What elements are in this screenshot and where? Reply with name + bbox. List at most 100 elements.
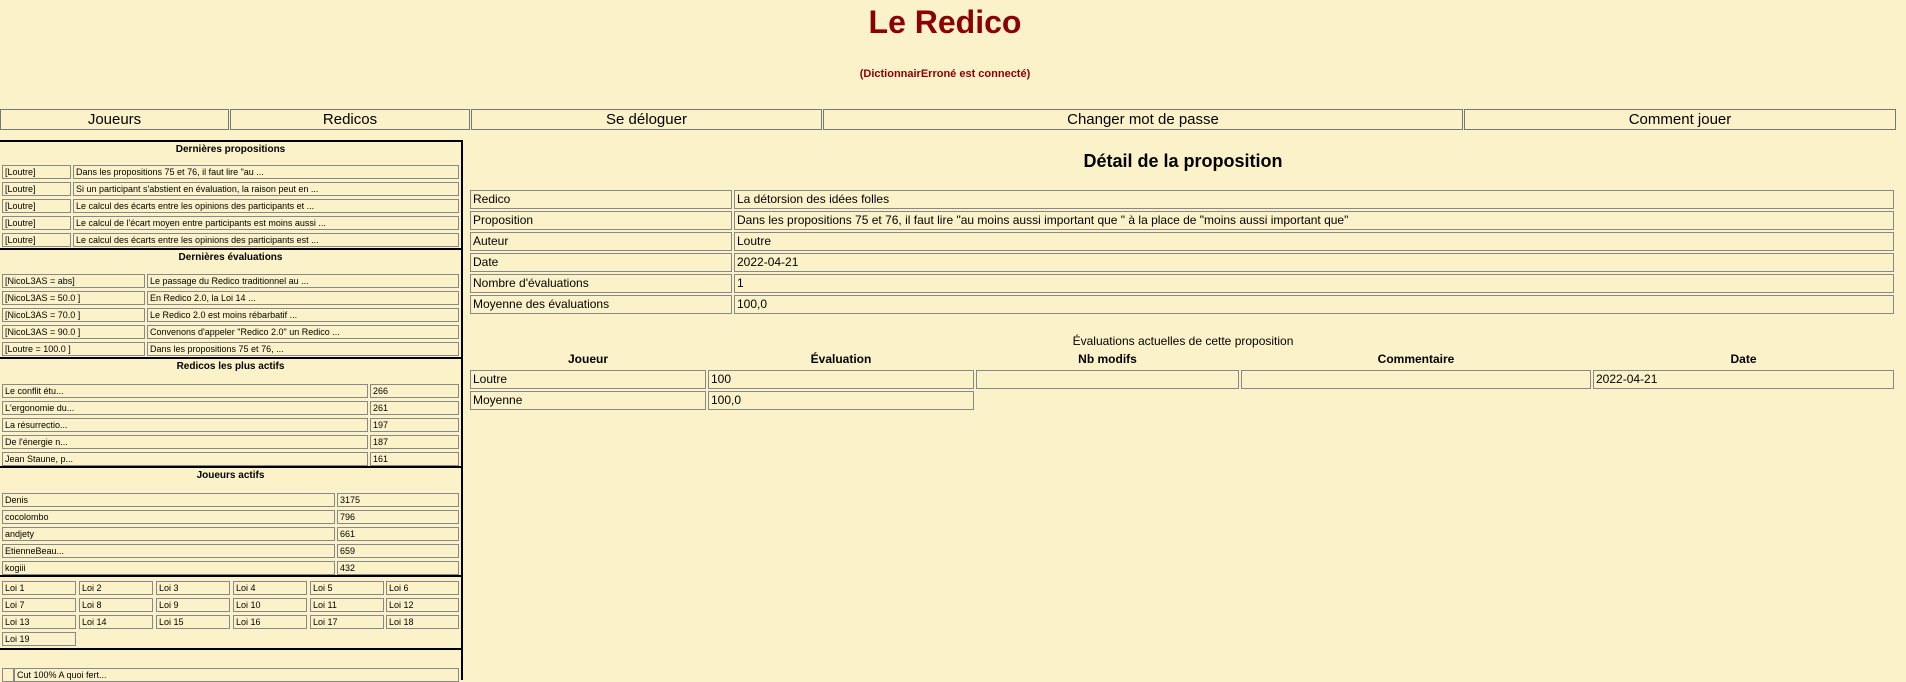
eval-average-label: Moyenne [470, 391, 706, 410]
proposition-author[interactable]: [Loutre] [2, 233, 71, 247]
proposition-author[interactable]: [Loutre] [2, 182, 71, 196]
law-link[interactable]: Loi 16 [233, 615, 307, 629]
evaluations-title: Évaluations actuelles de cette propositi… [1072, 334, 1294, 348]
detail-value: 2022-04-21 [734, 253, 1894, 272]
eval-comment [1241, 370, 1591, 389]
nav-logout-button[interactable]: Se déloguer [471, 109, 822, 130]
redico-name[interactable]: L'ergonomie du... [2, 401, 368, 415]
law-link[interactable]: Loi 14 [79, 615, 153, 629]
player-name[interactable]: andjety [2, 527, 335, 541]
detail-label: Moyenne des évaluations [470, 295, 732, 314]
redico-name[interactable]: La résurrectio... [2, 418, 368, 432]
law-link[interactable]: Loi 8 [79, 598, 153, 612]
player-name[interactable]: kogiii [2, 561, 335, 575]
bottom-checkbox[interactable] [2, 668, 14, 682]
player-count: 432 [337, 561, 459, 575]
law-link[interactable]: Loi 7 [2, 598, 76, 612]
eval-header-comment: Commentaire [1377, 352, 1455, 366]
redico-count: 187 [370, 435, 459, 449]
evaluation-author[interactable]: [NicoL3AS = 50.0 ] [2, 291, 145, 305]
nav-change-password-button[interactable]: Changer mot de passe [823, 109, 1463, 130]
evaluation-author[interactable]: [Loutre = 100.0 ] [2, 342, 145, 356]
nav-redicos-button[interactable]: Redicos [230, 109, 470, 130]
proposition-text[interactable]: Si un participant s'abstient en évaluati… [73, 182, 459, 196]
active-players-section: Joueurs actifs Denis 3175 cocolombo 796 … [0, 468, 461, 577]
detail-value: Dans les propositions 75 et 76, il faut … [734, 211, 1894, 230]
law-link[interactable]: Loi 11 [310, 598, 384, 612]
redico-name[interactable]: Jean Staune, p... [2, 452, 368, 466]
bottom-item[interactable]: Cut 100% A quoi fert... [14, 668, 459, 682]
laws-section: Loi 1 Loi 2 Loi 3 Loi 4 Loi 5 Loi 6 Loi … [0, 577, 461, 650]
proposition-text[interactable]: Le calcul des écarts entre les opinions … [73, 233, 459, 247]
eval-player: Loutre [470, 370, 706, 389]
law-link[interactable]: Loi 17 [310, 615, 384, 629]
player-name[interactable]: cocolombo [2, 510, 335, 524]
player-count: 796 [337, 510, 459, 524]
proposition-text[interactable]: Le calcul des écarts entre les opinions … [73, 199, 459, 213]
eval-date: 2022-04-21 [1593, 370, 1894, 389]
law-link[interactable]: Loi 2 [79, 581, 153, 595]
last-evaluations-section: Dernières évaluations [NicoL3AS = abs] L… [0, 250, 461, 359]
player-count: 659 [337, 544, 459, 558]
redico-count: 161 [370, 452, 459, 466]
nav-joueurs-button[interactable]: Joueurs [0, 109, 229, 130]
proposition-text[interactable]: Dans les propositions 75 et 76, il faut … [73, 165, 459, 179]
detail-value: 100,0 [734, 295, 1894, 314]
last-evaluations-title: Dernières évaluations [178, 252, 283, 263]
player-name[interactable]: Denis [2, 493, 335, 507]
redico-count: 266 [370, 384, 459, 398]
law-link[interactable]: Loi 15 [156, 615, 230, 629]
proposition-text[interactable]: Le calcul de l'écart moyen entre partici… [73, 216, 459, 230]
evaluation-text[interactable]: Le passage du Redico traditionnel au ... [147, 274, 459, 288]
detail-label: Date [470, 253, 732, 272]
evaluation-author[interactable]: [NicoL3AS = 90.0 ] [2, 325, 145, 339]
redico-name[interactable]: De l'énergie n... [2, 435, 368, 449]
detail-label: Proposition [470, 211, 732, 230]
evaluation-author[interactable]: [NicoL3AS = abs] [2, 274, 145, 288]
redico-count: 261 [370, 401, 459, 415]
sidebar: Dernières propositions [Loutre] Dans les… [0, 140, 463, 682]
law-link[interactable]: Loi 10 [233, 598, 307, 612]
last-propositions-section: Dernières propositions [Loutre] Dans les… [0, 142, 461, 250]
eval-average-value: 100,0 [708, 391, 974, 410]
evaluation-text[interactable]: Convenons d'appeler "Redico 2.0" un Redi… [147, 325, 459, 339]
proposition-author[interactable]: [Loutre] [2, 216, 71, 230]
evaluation-text[interactable]: En Redico 2.0, la Loi 14 ... [147, 291, 459, 305]
detail-label: Nombre d'évaluations [470, 274, 732, 293]
detail-title: Détail de la proposition [1083, 151, 1283, 171]
law-link[interactable]: Loi 12 [386, 598, 459, 612]
last-propositions-title: Dernières propositions [175, 144, 286, 155]
eval-header-evaluation: Évaluation [810, 352, 872, 366]
connection-status: (DictionnairErroné est connecté) [859, 68, 1031, 80]
eval-value: 100 [708, 370, 974, 389]
eval-header-player: Joueur [567, 352, 608, 366]
law-link[interactable]: Loi 1 [2, 581, 76, 595]
law-link[interactable]: Loi 6 [386, 581, 459, 595]
law-link[interactable]: Loi 3 [156, 581, 230, 595]
law-link[interactable]: Loi 4 [233, 581, 307, 595]
eval-nb-modifs [976, 370, 1239, 389]
active-redicos-title: Redicos les plus actifs [176, 361, 285, 372]
eval-header-date: Date [1730, 352, 1757, 366]
evaluation-text[interactable]: Le Redico 2.0 est moins rébarbatif ... [147, 308, 459, 322]
proposition-author[interactable]: [Loutre] [2, 165, 71, 179]
player-name[interactable]: EtienneBeau... [2, 544, 335, 558]
law-link[interactable]: Loi 18 [386, 615, 459, 629]
eval-header-nb-modifs: Nb modifs [1078, 352, 1137, 366]
detail-value: Loutre [734, 232, 1894, 251]
law-link[interactable]: Loi 9 [156, 598, 230, 612]
nav-how-to-play-button[interactable]: Comment jouer [1464, 109, 1896, 130]
law-link[interactable]: Loi 13 [2, 615, 76, 629]
law-link[interactable]: Loi 5 [310, 581, 384, 595]
redico-count: 197 [370, 418, 459, 432]
player-count: 661 [337, 527, 459, 541]
law-link[interactable]: Loi 19 [2, 632, 76, 646]
site-title: Le Redico [868, 4, 1022, 40]
evaluation-text[interactable]: Dans les propositions 75 et 76, ... [147, 342, 459, 356]
player-count: 3175 [337, 493, 459, 507]
proposition-author[interactable]: [Loutre] [2, 199, 71, 213]
detail-label: Redico [470, 190, 732, 209]
redico-name[interactable]: Le conflit étu... [2, 384, 368, 398]
evaluation-author[interactable]: [NicoL3AS = 70.0 ] [2, 308, 145, 322]
active-redicos-section: Redicos les plus actifs Le conflit étu..… [0, 359, 461, 468]
